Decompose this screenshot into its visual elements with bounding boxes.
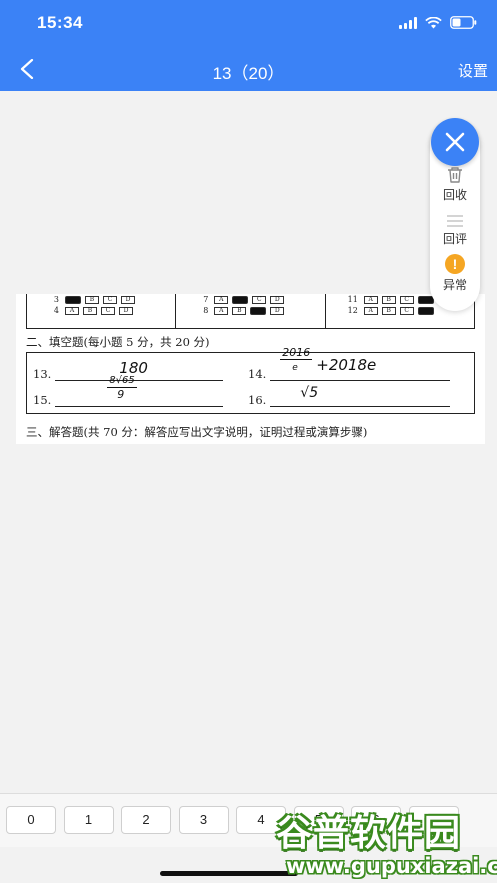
choice-option-d [417, 306, 434, 315]
choice-option-b: B [83, 306, 97, 315]
warning-icon: ! [445, 254, 465, 274]
battery-icon [450, 16, 477, 29]
answer-line: 2016 e +2018e [270, 346, 451, 381]
choice-question-number: 4 [53, 306, 59, 315]
screen: 15:34 13（20） 设置 3BCD 4ABCD 7ACD 8 A B D … [0, 0, 497, 883]
watermark-logo: 谷普软件园 www.gupuxiazai.com [276, 802, 497, 883]
choice-column-2: 7A CD 8AB D [176, 294, 326, 328]
score-button-1[interactable]: 1 [63, 806, 114, 834]
answer-line: 8√65 9 [55, 375, 224, 407]
choice-option-b: B [85, 295, 99, 304]
answer-sheet-image: 3BCD 4ABCD 7ACD 8ABD 11 A B C 12 A B C 二、填空题(每… [16, 294, 485, 444]
exception-label: 异常 [442, 278, 467, 292]
answer-line: √5 [270, 385, 451, 407]
handwritten-fraction-denominator: e [292, 363, 298, 373]
score-button-3[interactable]: 3 [178, 806, 229, 834]
recycle-button[interactable]: 回收 [430, 166, 480, 203]
score-button-2[interactable]: 2 [121, 806, 171, 834]
score-button-0[interactable]: 0 [6, 806, 56, 834]
close-button[interactable] [431, 118, 479, 166]
fraction-bar [280, 359, 313, 360]
choice-option-c: C [103, 295, 117, 304]
fill-blank-box: 13. 180 14. 2016 e +2018e 15. 8√65 9 16.… [26, 346, 475, 414]
choice-option-c [250, 306, 267, 315]
page-title: 13（20） [212, 64, 285, 83]
section-answer-title: 三、解答题(共 70 分：解答应写出文字说明，证明过程或演算步骤) [26, 425, 368, 439]
choice-row: 12 A B C [348, 306, 434, 315]
choice-row: 11 A B C [348, 295, 434, 304]
question-number: 14. [248, 367, 267, 381]
choice-option-d: D [121, 295, 135, 304]
section-fill-blank-title: 二、填空题(每小题 5 分，共 20 分) [26, 335, 210, 349]
watermark-url: www.gupuxiazai.com [286, 854, 497, 878]
trash-icon [448, 167, 462, 183]
choice-option-b: B [381, 306, 396, 315]
choice-option-d [417, 295, 434, 304]
choice-option-a: A [363, 306, 378, 315]
exception-button[interactable]: ! 异常 [430, 254, 480, 293]
choice-option-b: B [381, 295, 396, 304]
choice-row: 8AB D [198, 306, 285, 315]
handwritten-fraction-numerator: 8√65 [109, 375, 135, 386]
watermark-text: 谷普软件园 [276, 813, 462, 854]
close-icon [445, 132, 465, 152]
question-16: 16. √5 [248, 385, 451, 407]
choice-option-a: A [214, 306, 229, 315]
choice-question-number: 7 [203, 295, 209, 304]
choice-option-a: A [363, 295, 378, 304]
wifi-icon [425, 16, 442, 29]
menu-lines-icon [447, 215, 463, 227]
choice-row: 7A CD [198, 295, 285, 304]
question-15: 15. 8√65 9 [33, 375, 224, 407]
choice-question-number: 12 [347, 306, 358, 315]
choice-option-a [65, 295, 81, 304]
question-number: 13. [33, 367, 52, 381]
choice-answer-table: 3BCD 4ABCD 7ACD 8ABD 11 A B C 12 A B C [26, 294, 475, 329]
header-bar: 15:34 13（20） 设置 [0, 0, 497, 91]
handwritten-fraction-numerator: 2016 [282, 346, 311, 359]
choice-option-d: D [270, 295, 285, 304]
choice-option-b [232, 295, 249, 304]
choice-option-d: D [119, 306, 133, 315]
handwritten-fraction-denominator: 9 [117, 388, 125, 401]
question-number: 16. [248, 393, 267, 407]
choice-option-a: A [214, 295, 229, 304]
status-time: 15:34 [37, 13, 83, 32]
choice-option-c: C [252, 295, 267, 304]
choice-column-1: 3 BCD 4ABCD [27, 294, 177, 328]
handwritten-answer-tail: +2018e [316, 356, 377, 374]
signal-icon [399, 16, 417, 29]
settings-button[interactable]: 设置 [458, 60, 488, 81]
choice-option-a: A [65, 306, 79, 315]
handwritten-answer: √5 [300, 385, 319, 401]
choice-option-c: C [399, 295, 414, 304]
choice-option-b: B [232, 306, 247, 315]
choice-question-number: 3 [53, 295, 59, 304]
answer-line: 180 [55, 359, 224, 381]
question-number: 15. [33, 393, 52, 407]
choice-question-number: 11 [347, 295, 358, 304]
review-label: 回评 [442, 232, 467, 246]
choice-option-c: C [101, 306, 115, 315]
review-button[interactable]: 回评 [430, 214, 480, 247]
question-14: 14. 2016 e +2018e [248, 346, 451, 381]
choice-option-c: C [399, 306, 414, 315]
recycle-label: 回收 [442, 188, 467, 202]
choice-question-number: 8 [203, 306, 209, 315]
status-icons [399, 16, 477, 29]
choice-row: 4ABCD [49, 306, 133, 315]
choice-option-d: D [270, 306, 285, 315]
choice-row: 3 BCD [49, 295, 135, 304]
